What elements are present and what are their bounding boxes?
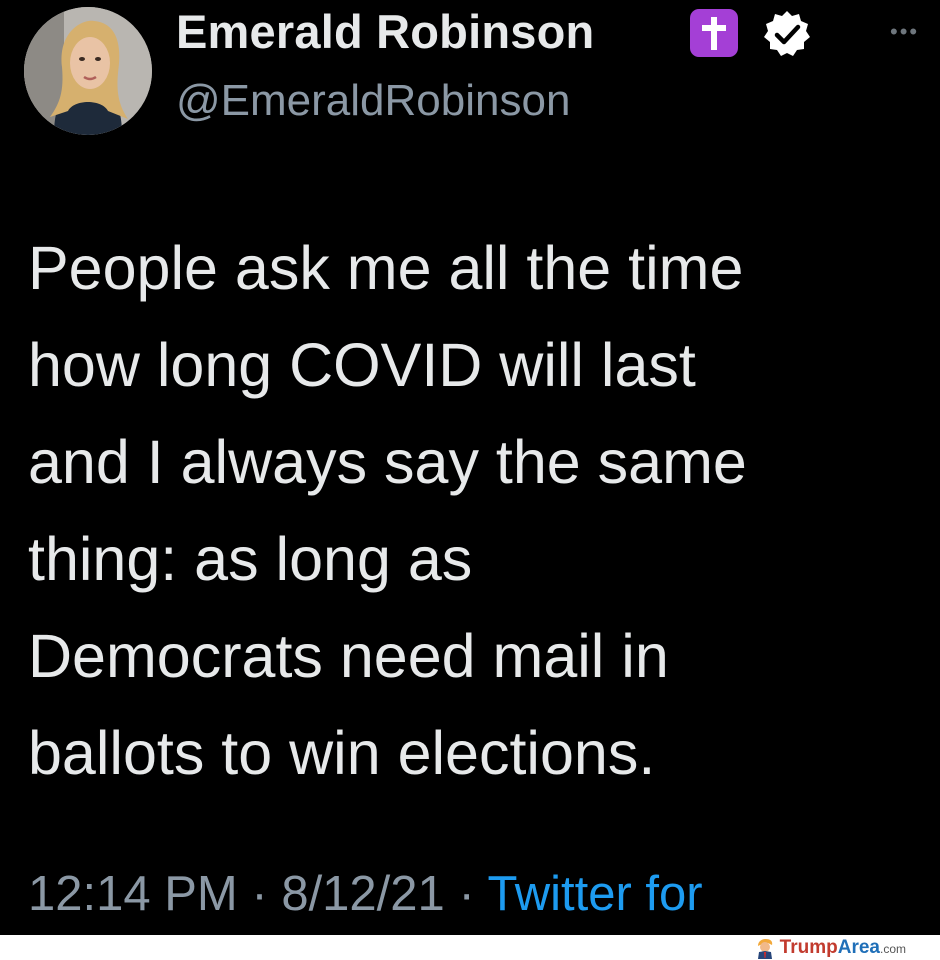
more-dots-icon[interactable]: ••• <box>890 21 930 43</box>
tweet-time[interactable]: 12:14 PM <box>28 867 238 921</box>
avatar-photo-icon <box>24 7 152 135</box>
author-handle[interactable]: @EmeraldRobinson <box>176 76 570 126</box>
avatar[interactable] <box>24 7 152 135</box>
trump-figure-icon <box>757 939 772 959</box>
tweet-text-line: Democrats need mail in <box>28 622 669 690</box>
latin-cross-emoji-icon <box>690 9 738 57</box>
watermark: TrumpArea.com <box>754 936 906 960</box>
watermark-tld: .com <box>879 942 906 956</box>
tweet-source-link[interactable]: Twitter for <box>488 867 703 921</box>
tweet-text-line: thing: as long as <box>28 525 473 593</box>
watermark-brand-part2: Area <box>837 937 880 958</box>
verified-check-icon <box>762 9 812 59</box>
tweet-text-line: how long COVID will last <box>28 331 696 399</box>
watermark-text: TrumpArea.com <box>780 937 906 959</box>
tweet-text-line: People ask me all the time <box>28 234 744 302</box>
author-display-name[interactable]: Emerald Robinson <box>176 4 594 59</box>
tweet-text-line: and I always say the same <box>28 428 747 496</box>
tweet-date[interactable]: 8/12/21 <box>281 867 445 921</box>
tweet-meta: 12:14 PM · 8/12/21 · Twitter for <box>28 866 703 922</box>
tweet-text: People ask me all the time how long COVI… <box>28 220 918 802</box>
watermark-brand-part1: Trump <box>779 937 838 958</box>
meta-separator: · <box>458 867 475 921</box>
tweet-card: Emerald Robinson ••• @EmeraldRobinson Pe… <box>0 0 940 935</box>
meta-separator: · <box>251 867 268 921</box>
tweet-text-line: ballots to win elections. <box>28 719 656 787</box>
